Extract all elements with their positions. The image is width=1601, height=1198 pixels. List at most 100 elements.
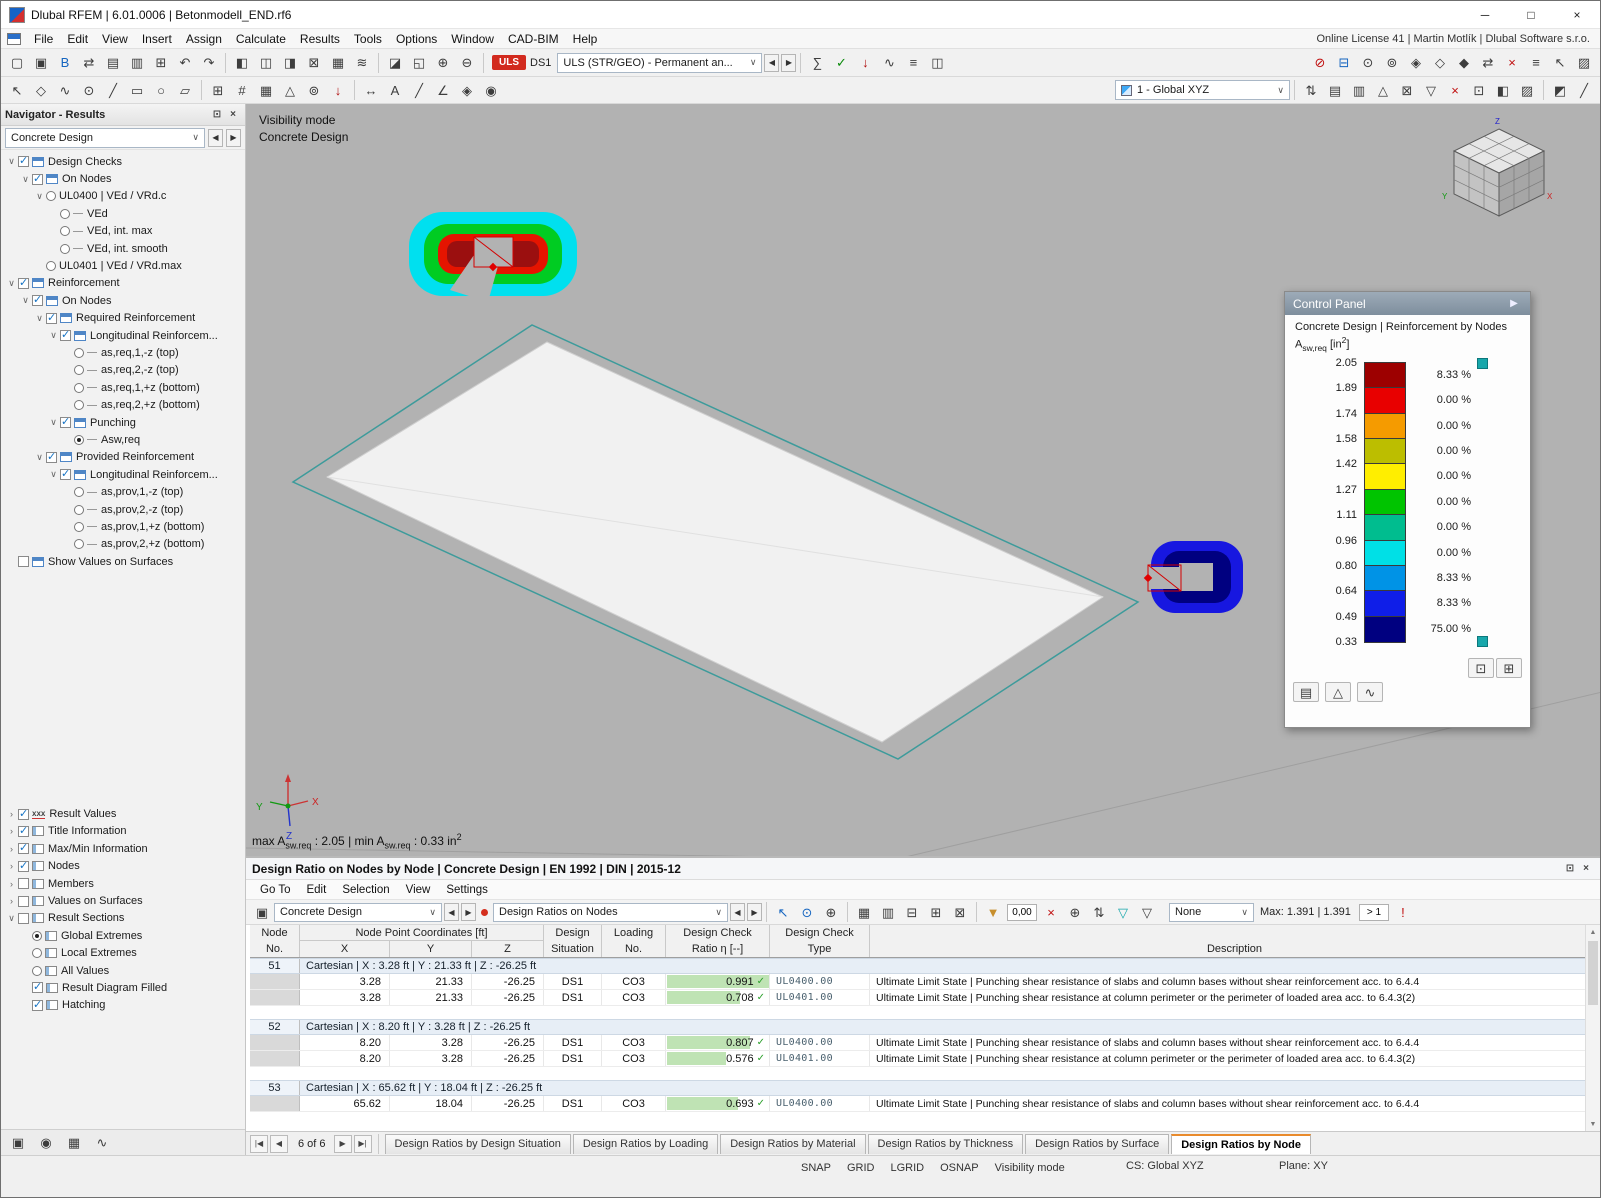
text-annotation-button[interactable]: A — [383, 79, 407, 101]
export-table-button[interactable]: ⊠ — [948, 901, 972, 923]
scale-color-swatch[interactable] — [1364, 564, 1406, 593]
scrollbar-thumb[interactable] — [1588, 941, 1598, 1005]
tree-item-control[interactable] — [60, 208, 70, 219]
window-menu-icon[interactable] — [7, 32, 21, 45]
tree-item-control[interactable] — [74, 365, 84, 376]
rotate-view-button[interactable]: △ — [1371, 79, 1395, 101]
grid-settings-button[interactable]: ▥ — [1347, 79, 1371, 101]
expander-icon[interactable]: › — [5, 861, 18, 871]
expander-icon[interactable]: ∨ — [19, 295, 32, 306]
display-settings-button[interactable]: ≡ — [1524, 52, 1548, 74]
tree-item-control[interactable] — [74, 400, 84, 411]
tree-item-control[interactable] — [32, 172, 43, 185]
sync-button[interactable]: ⇄ — [77, 52, 101, 74]
isometry-button[interactable]: ◈ — [455, 79, 479, 101]
table-export-button[interactable]: ⊠ — [302, 52, 326, 74]
insert-surface-button[interactable]: ▱ — [173, 79, 197, 101]
renumber-button[interactable]: ⇅ — [1299, 79, 1323, 101]
scale-color-swatch[interactable] — [1364, 590, 1406, 618]
menu-item[interactable]: Assign — [179, 31, 229, 47]
tree-item-control[interactable] — [18, 824, 29, 837]
tree-item-control[interactable] — [60, 243, 70, 254]
node-group-row[interactable]: 52 Cartesian | X : 8.20 ft | Y : 3.28 ft… — [250, 1019, 1600, 1035]
table-flow-button[interactable]: ≋ — [350, 52, 374, 74]
display-mode-button[interactable]: ◩ — [1548, 79, 1572, 101]
tree-item-control[interactable] — [18, 912, 29, 924]
scale-color-swatch[interactable] — [1364, 488, 1406, 517]
clear-selection-button[interactable]: × — [1443, 79, 1467, 101]
table-tab[interactable]: Design Ratios by Node — [1171, 1133, 1311, 1154]
next-combination-button[interactable]: ▶ — [781, 53, 797, 72]
expander-icon[interactable]: ∨ — [47, 417, 60, 428]
view-isometric-button[interactable]: ◆ — [1452, 52, 1476, 74]
tree-item-control[interactable] — [74, 487, 84, 498]
table-tab[interactable]: Design Ratios by Design Situation — [384, 1133, 571, 1154]
expander-icon[interactable]: ∨ — [33, 452, 46, 463]
zoom-window-button[interactable]: ◱ — [407, 52, 431, 74]
tree-item[interactable]: ∨ Reinforcement — [1, 275, 245, 292]
node-group-row[interactable]: 51 Cartesian | X : 3.28 ft | Y : 21.33 f… — [250, 958, 1600, 974]
copy-button[interactable]: ⊞ — [149, 52, 173, 74]
tree-item[interactable]: ∨ Longitudinal Reinforcem... — [1, 466, 245, 483]
tree-item-control[interactable] — [18, 276, 29, 289]
tree-item[interactable]: as,prov,1,+z (bottom) — [1, 518, 245, 535]
tree-item[interactable]: › Values on Surfaces — [1, 892, 245, 909]
tree-item[interactable]: Global Extremes — [1, 927, 245, 944]
highlight-filter-select[interactable]: None ∨ — [1169, 902, 1254, 922]
mirror-view-button[interactable]: ⇄ — [1476, 52, 1500, 74]
menu-item[interactable]: Options — [389, 31, 444, 47]
hinge-button[interactable]: ⊚ — [302, 79, 326, 101]
navigator-next-button[interactable]: ▶ — [226, 128, 241, 147]
new-model-button[interactable]: ▢ — [5, 52, 29, 74]
table-row[interactable]: 8.20 3.28 -26.25 DS1 CO3 0.807 ✓ UL0400.0… — [250, 1035, 1600, 1051]
first-table-button[interactable]: |◀ — [250, 1134, 268, 1153]
scale-options-button[interactable]: △ — [1325, 682, 1351, 703]
generate-button[interactable]: ⊞ — [206, 79, 230, 101]
render-mode-button[interactable]: ◪ — [383, 52, 407, 74]
table-category-select[interactable]: Concrete Design ∨ — [274, 902, 442, 922]
print-button[interactable]: ▥ — [125, 52, 149, 74]
visibility-button[interactable]: ◉ — [479, 79, 503, 101]
tree-item-control[interactable] — [32, 980, 43, 994]
table-tab[interactable]: Design Ratios by Thickness — [867, 1133, 1024, 1154]
expander-icon[interactable]: ∨ — [5, 913, 18, 924]
zoom-table-button[interactable]: ⊕ — [1063, 901, 1087, 923]
tree-item[interactable]: VEd, int. max — [1, 223, 245, 240]
status-toggle[interactable]: OSNAP — [940, 1162, 979, 1174]
table-tab[interactable]: Design Ratios by Surface — [1025, 1133, 1170, 1154]
goto-button[interactable]: ▣ — [250, 901, 274, 923]
expander-icon[interactable]: ∨ — [47, 330, 60, 341]
tree-item-control[interactable] — [46, 261, 56, 272]
pin-icon[interactable]: ⊡ — [1562, 861, 1578, 877]
table-menu-item[interactable]: Selection — [334, 883, 397, 897]
bim-link-button[interactable]: B — [53, 52, 77, 74]
table-row[interactable]: 3.28 21.33 -26.25 DS1 CO3 0.991 ✓ UL0400.… — [250, 974, 1600, 990]
scale-color-swatch[interactable] — [1364, 615, 1406, 644]
node-group-row[interactable]: 53 Cartesian | X : 65.62 ft | Y : 18.04 … — [250, 1080, 1600, 1096]
control-panel[interactable]: Control Panel ▶ Concrete Design | Reinfo… — [1284, 291, 1531, 728]
tree-item-control[interactable] — [74, 539, 84, 550]
tree-item[interactable]: UL0401 | VEd / VRd.max — [1, 257, 245, 274]
zoom-in-button[interactable]: ⊕ — [431, 52, 455, 74]
insert-rectangle-button[interactable]: ▭ — [125, 79, 149, 101]
tree-item-control[interactable] — [18, 859, 29, 872]
clear-filter-button[interactable]: × — [1039, 901, 1063, 923]
table-menu-item[interactable]: Edit — [298, 883, 334, 897]
panel-dock-button[interactable]: ⊡ — [1468, 658, 1494, 679]
previous-view-button[interactable]: ↖ — [1548, 52, 1572, 74]
table-type-next-button[interactable]: ▶ — [747, 903, 762, 921]
tree-item[interactable]: All Values — [1, 962, 245, 979]
find-values-button[interactable]: ⊕ — [819, 901, 843, 923]
view-x-button[interactable]: ◈ — [1404, 52, 1428, 74]
dimension-button[interactable]: ↔ — [359, 79, 383, 101]
stop-button[interactable]: ⊘ — [1308, 52, 1332, 74]
pin-icon[interactable]: ⊡ — [209, 107, 225, 123]
table-layout-button[interactable]: ▦ — [326, 52, 350, 74]
tree-item[interactable]: › Result Values — [1, 805, 245, 822]
tree-item[interactable]: › Members — [1, 875, 245, 892]
tree-item-control[interactable] — [18, 807, 29, 820]
expander-icon[interactable]: ∨ — [47, 469, 60, 480]
table-menu-item[interactable]: View — [398, 883, 439, 897]
scale-color-swatch[interactable] — [1364, 463, 1406, 491]
tree-item[interactable]: ∨ Longitudinal Reinforcem... — [1, 327, 245, 344]
